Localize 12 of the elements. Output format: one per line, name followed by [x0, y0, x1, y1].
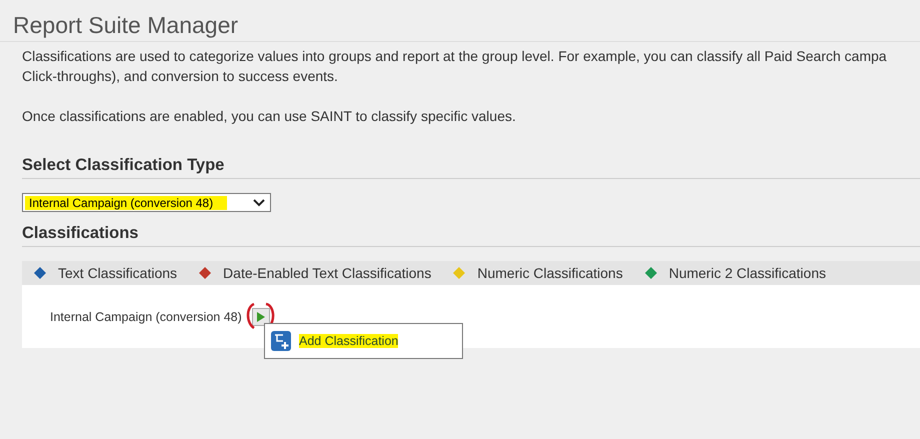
section-heading: Select Classification Type — [22, 156, 920, 179]
classification-type-dropdown[interactable]: Internal Campaign (conversion 48) — [22, 193, 271, 212]
legend-label: Date-Enabled Text Classifications — [223, 265, 432, 281]
legend-label: Numeric Classifications — [477, 265, 623, 281]
add-classification-item[interactable]: Add Classification — [299, 334, 398, 348]
page-title: Report Suite Manager — [0, 0, 920, 42]
section-heading: Classifications — [22, 224, 920, 247]
note-text: Once classifications are enabled, you can use SAINT to classify specific values. — [22, 107, 517, 126]
variable-label: Internal Campaign (conversion 48) — [50, 310, 242, 324]
legend-label: Numeric 2 Classifications — [668, 265, 826, 281]
legend-label: Text Classifications — [58, 265, 178, 281]
intro-paragraph: Classifications are used to categorize values into groups and report at the group level. For example, you can classify all Paid Search campa Click-throughs), and conversion to success events. — [22, 47, 888, 86]
